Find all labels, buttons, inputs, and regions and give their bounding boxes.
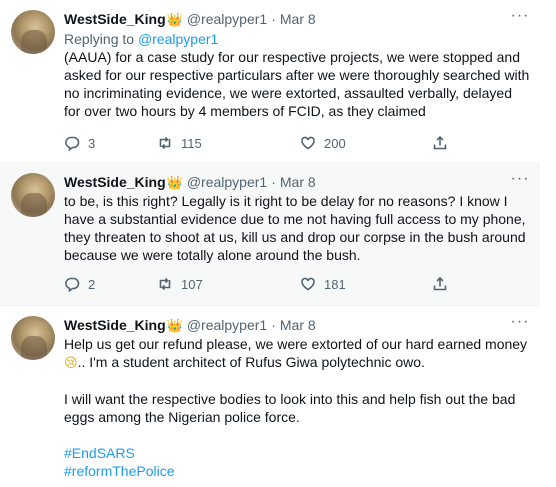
tweet-content: WestSide_King 👑 @realpyper1 · Mar 8 ··· … <box>64 171 530 264</box>
more-options-icon[interactable]: ··· <box>510 171 530 192</box>
author-handle[interactable]: @realpyper1 <box>187 10 267 29</box>
share-button[interactable] <box>432 276 448 292</box>
reply-button[interactable]: 3 <box>64 135 95 151</box>
retweet-icon <box>159 136 171 150</box>
heart-icon <box>301 277 315 291</box>
hashtag-reformthepolice[interactable]: #reformThePolice <box>64 463 175 479</box>
like-button[interactable]: 181 <box>300 276 346 292</box>
crown-icon: 👑 <box>166 318 183 333</box>
separator-dot: · <box>271 11 276 27</box>
avatar[interactable] <box>11 316 55 360</box>
reply-icon <box>65 277 80 292</box>
replying-to-link[interactable]: @realpyper1 <box>138 31 218 47</box>
separator-dot: · <box>271 317 276 333</box>
tweet-3[interactable]: WestSide_King 👑 @realpyper1 · Mar 8 ··· … <box>0 306 540 487</box>
author-handle[interactable]: @realpyper1 <box>187 316 267 335</box>
tweet-paragraph-2: I will want the respective bodies to loo… <box>64 391 516 425</box>
author-name[interactable]: WestSide_King <box>64 316 166 335</box>
author-handle[interactable]: @realpyper1 <box>187 173 267 192</box>
tweet-content: WestSide_King 👑 @realpyper1 · Mar 8 ··· … <box>64 8 530 120</box>
tweet-text: to be, is this right? Legally is it righ… <box>64 193 526 263</box>
reply-count: 3 <box>88 135 96 151</box>
tweet-text: Help us get our refund please, we were e… <box>64 335 530 480</box>
tweet-header: WestSide_King 👑 @realpyper1 · Mar 8 <box>64 10 530 29</box>
more-options-icon[interactable]: ··· <box>510 8 530 29</box>
reply-button[interactable]: 2 <box>64 276 95 292</box>
replying-prefix: Replying to <box>64 31 138 47</box>
reply-icon <box>65 136 80 151</box>
tweet-paragraph-1: Help us get our refund please, we were e… <box>64 335 530 372</box>
retweet-count: 115 <box>181 135 202 151</box>
heart-icon <box>301 136 315 150</box>
share-button[interactable] <box>432 135 448 151</box>
retweet-button[interactable]: 115 <box>157 135 202 151</box>
like-count: 200 <box>324 135 346 151</box>
tweet-date[interactable]: Mar 8 <box>280 173 316 192</box>
crown-icon: 👑 <box>166 12 183 27</box>
retweet-count: 107 <box>181 276 203 292</box>
crown-icon: 👑 <box>166 175 183 190</box>
share-icon <box>433 135 447 150</box>
tweet-text-line-1: Help us get our refund please, we were e… <box>64 336 528 352</box>
reply-count: 2 <box>88 276 96 292</box>
more-options-icon[interactable]: ··· <box>510 314 530 335</box>
hashtag-endsars[interactable]: #EndSARS <box>64 445 135 461</box>
tweet-header: WestSide_King 👑 @realpyper1 · Mar 8 <box>64 173 530 192</box>
author-name[interactable]: WestSide_King <box>64 10 166 29</box>
tweet-1[interactable]: WestSide_King 👑 @realpyper1 · Mar 8 ··· … <box>0 0 540 163</box>
like-count: 181 <box>324 276 346 292</box>
tweet-thread: WestSide_King 👑 @realpyper1 · Mar 8 ··· … <box>0 0 556 487</box>
author-name[interactable]: WestSide_King <box>64 173 166 192</box>
tweet-text-line-2: .. I'm a student architect of Rufus Giwa… <box>77 354 425 370</box>
tweet-actions: 2 107 181 <box>64 274 484 294</box>
tweet-2[interactable]: WestSide_King 👑 @realpyper1 · Mar 8 ··· … <box>0 163 540 306</box>
avatar[interactable] <box>11 10 55 54</box>
tweet-date[interactable]: Mar 8 <box>280 10 316 29</box>
like-button[interactable]: 200 <box>300 135 346 151</box>
tweet-content: WestSide_King 👑 @realpyper1 · Mar 8 ··· … <box>64 314 530 480</box>
tweet-actions: 3 115 200 <box>64 133 484 153</box>
retweet-icon <box>159 277 171 291</box>
retweet-button[interactable]: 107 <box>157 276 203 292</box>
share-icon <box>433 276 447 291</box>
crying-face-emoji: 😢 <box>64 355 78 370</box>
replying-to: Replying to @realpyper1 <box>64 30 530 48</box>
avatar[interactable] <box>11 173 55 217</box>
tweet-header: WestSide_King 👑 @realpyper1 · Mar 8 <box>64 316 530 335</box>
separator-dot: · <box>271 174 276 190</box>
tweet-date[interactable]: Mar 8 <box>280 316 316 335</box>
tweet-text: (AAUA) for a case study for our respecti… <box>64 49 530 119</box>
